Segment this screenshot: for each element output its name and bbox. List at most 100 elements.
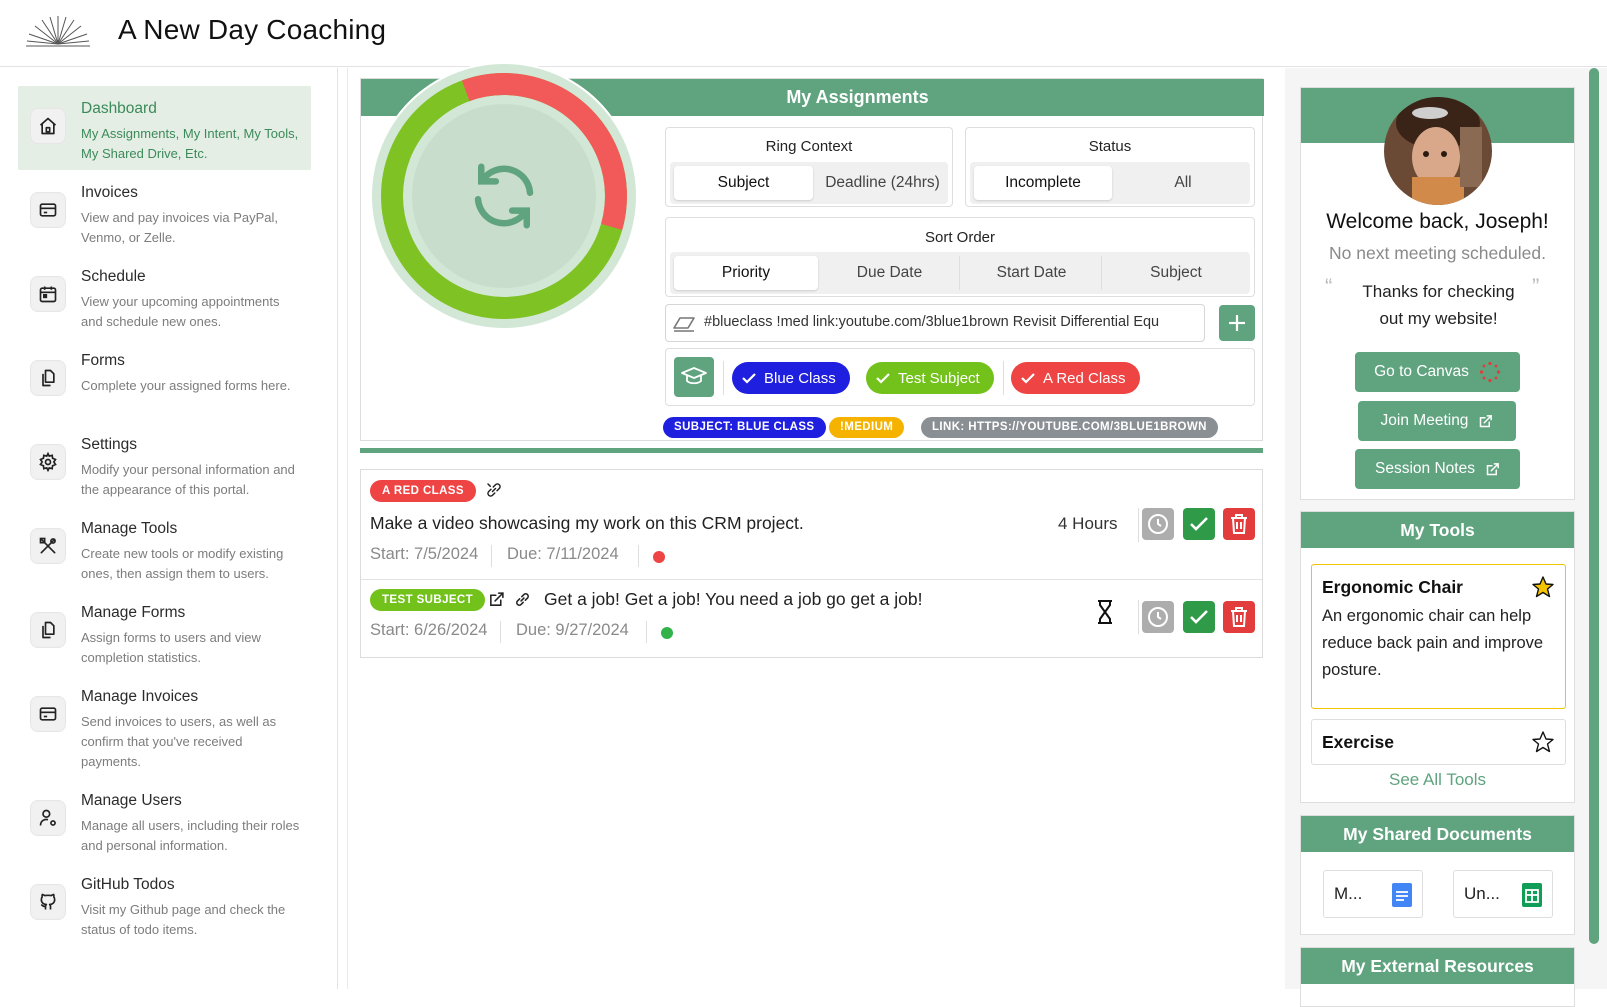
external-link-icon[interactable] — [488, 591, 505, 608]
session-notes-button[interactable]: Session Notes — [1355, 449, 1520, 489]
sidebar-item-label: Manage Forms — [81, 604, 186, 621]
profile-card: Welcome back, Joseph! No next meeting sc… — [1300, 87, 1575, 500]
clock-icon — [1148, 607, 1168, 627]
subject-chip-blue-class[interactable]: Blue Class — [732, 362, 850, 394]
subject-chip-a-red-class[interactable]: A Red Class — [1011, 362, 1140, 394]
tool-card[interactable]: Ergonomic Chair An ergonomic chair can h… — [1311, 564, 1566, 709]
subject-chip-test-subject[interactable]: Test Subject — [866, 362, 994, 394]
chip-label: Blue Class — [764, 369, 836, 387]
sidebar-item-label: Invoices — [81, 184, 138, 201]
date-separator — [491, 545, 492, 567]
shared-document-tile[interactable]: Un... — [1453, 870, 1553, 918]
task-row[interactable]: A RED CLASS Make a video showcasing my w… — [361, 470, 1262, 580]
delete-button[interactable] — [1223, 508, 1255, 540]
sidebar-item-desc: Manage all users, including their roles … — [81, 818, 300, 853]
date-separator — [500, 621, 501, 643]
github-icon — [30, 884, 66, 920]
assignments-divider — [360, 448, 1263, 453]
status-label: Status — [1088, 138, 1132, 155]
sidebar-item-manage-forms[interactable]: Manage Forms Assign forms to users and v… — [18, 590, 311, 674]
sort-priority-option[interactable]: Priority — [674, 256, 818, 290]
trash-icon — [1231, 514, 1247, 534]
go-to-canvas-button[interactable]: Go to Canvas — [1355, 352, 1520, 392]
status-selector: Status Incomplete All — [965, 127, 1255, 207]
sidebar-item-manage-invoices[interactable]: Manage Invoices Send invoices to users, … — [18, 674, 311, 774]
snooze-button[interactable] — [1142, 508, 1174, 540]
ring-context-subject-option[interactable]: Subject — [674, 166, 813, 200]
sort-subject-option[interactable]: Subject — [1104, 256, 1248, 290]
sort-start-date-option[interactable]: Start Date — [962, 256, 1102, 290]
assignment-command-input[interactable]: #blueclass !med link:youtube.com/3blue1b… — [665, 304, 1205, 342]
calendar-icon — [30, 276, 66, 312]
shared-documents-title: My Shared Documents — [1301, 816, 1574, 852]
graduation-cap-button[interactable] — [674, 357, 714, 397]
snooze-button[interactable] — [1142, 601, 1174, 633]
status-tray: Incomplete All — [970, 162, 1250, 204]
google-docs-icon — [1392, 883, 1412, 907]
sidebar-item-schedule[interactable]: Schedule View your upcoming appointments… — [18, 254, 311, 338]
external-link-icon — [1480, 414, 1493, 427]
ring-context-label: Ring Context — [765, 138, 853, 155]
welcome-message: Welcome back, Joseph! — [1326, 210, 1549, 233]
task-row[interactable]: TEST SUBJECT Get a job! Get a job! You n… — [361, 580, 1262, 658]
sidebar-item-invoices[interactable]: Invoices View and pay invoices via PayPa… — [18, 170, 311, 254]
home-icon — [30, 108, 66, 144]
date-separator — [646, 621, 647, 643]
avatar — [1384, 97, 1492, 205]
tool-name: Exercise — [1322, 732, 1395, 752]
task-title: Get a job! Get a job! You need a job go … — [544, 589, 923, 609]
gear-icon — [30, 444, 66, 480]
sidebar-item-label: Dashboard — [81, 100, 157, 117]
external-resources-card: My External Resources — [1300, 947, 1575, 1007]
sidebar-item-dashboard[interactable]: Dashboard My Assignments, My Intent, My … — [18, 86, 311, 170]
delete-button[interactable] — [1223, 601, 1255, 633]
join-meeting-button[interactable]: Join Meeting — [1358, 401, 1516, 441]
external-resources-title: My External Resources — [1301, 948, 1574, 984]
canvas-logo-icon — [1479, 361, 1500, 383]
ring-context-deadline-option[interactable]: Deadline (24hrs) — [815, 166, 950, 200]
plus-icon — [1229, 315, 1245, 331]
refresh-icon[interactable] — [465, 157, 543, 235]
star-outline-icon[interactable] — [1531, 730, 1555, 754]
credit-card-icon — [30, 192, 66, 228]
check-icon — [742, 373, 756, 384]
sidebar-item-manage-users[interactable]: Manage Users Manage all users, including… — [18, 778, 311, 862]
see-all-tools-link[interactable]: See All Tools — [1301, 770, 1574, 790]
tool-card[interactable]: Exercise — [1311, 719, 1566, 765]
quote-text: Thanks for checking out my website! — [1362, 282, 1515, 328]
sidebar-item-label: Settings — [81, 436, 138, 453]
sidebar-item-settings[interactable]: Settings Modify your personal informatio… — [18, 422, 311, 506]
sidebar-item-label: Manage Tools — [81, 520, 178, 537]
shared-document-tile[interactable]: M... — [1323, 870, 1423, 918]
progress-ring — [370, 62, 638, 330]
complete-button[interactable] — [1183, 508, 1215, 540]
open-quote-icon: “ — [1325, 274, 1333, 299]
sidebar-item-forms[interactable]: Forms Complete your assigned forms here. — [18, 338, 311, 422]
sort-due-date-option[interactable]: Due Date — [820, 256, 960, 290]
task-subject-badge: A RED CLASS — [370, 480, 476, 502]
status-all-option[interactable]: All — [1114, 166, 1252, 200]
check-icon — [1021, 373, 1035, 384]
status-incomplete-option[interactable]: Incomplete — [974, 166, 1112, 200]
parsed-link-tag: LINK: HTTPS://YOUTUBE.COM/3BLUE1BROWN — [921, 417, 1218, 438]
sidebar-item-desc: Visit my Github page and check the statu… — [81, 902, 286, 937]
link-icon[interactable] — [514, 591, 531, 608]
chip-separator — [1003, 361, 1004, 395]
sidebar: Dashboard My Assignments, My Intent, My … — [0, 68, 338, 989]
sidebar-item-label: GitHub Todos — [81, 876, 175, 893]
star-filled-icon[interactable] — [1531, 575, 1555, 599]
link-off-icon[interactable] — [485, 481, 503, 499]
user-gear-icon — [30, 800, 66, 836]
add-assignment-button[interactable] — [1219, 305, 1255, 341]
chip-separator — [723, 361, 724, 395]
sidebar-item-manage-tools[interactable]: Manage Tools Create new tools or modify … — [18, 506, 311, 590]
task-subject-badge: TEST SUBJECT — [370, 589, 486, 611]
task-due-date: Due: 9/27/2024 — [516, 621, 629, 639]
complete-button[interactable] — [1183, 601, 1215, 633]
page-scrollbar[interactable] — [1589, 68, 1599, 944]
sidebar-item-desc: My Assignments, My Intent, My Tools, My … — [81, 126, 299, 161]
sunrise-logo-icon[interactable] — [24, 14, 92, 50]
ring-context-selector: Ring Context Subject Deadline (24hrs) — [665, 127, 953, 207]
sidebar-item-label: Forms — [81, 352, 125, 369]
sidebar-item-github-todos[interactable]: GitHub Todos Visit my Github page and ch… — [18, 862, 311, 946]
